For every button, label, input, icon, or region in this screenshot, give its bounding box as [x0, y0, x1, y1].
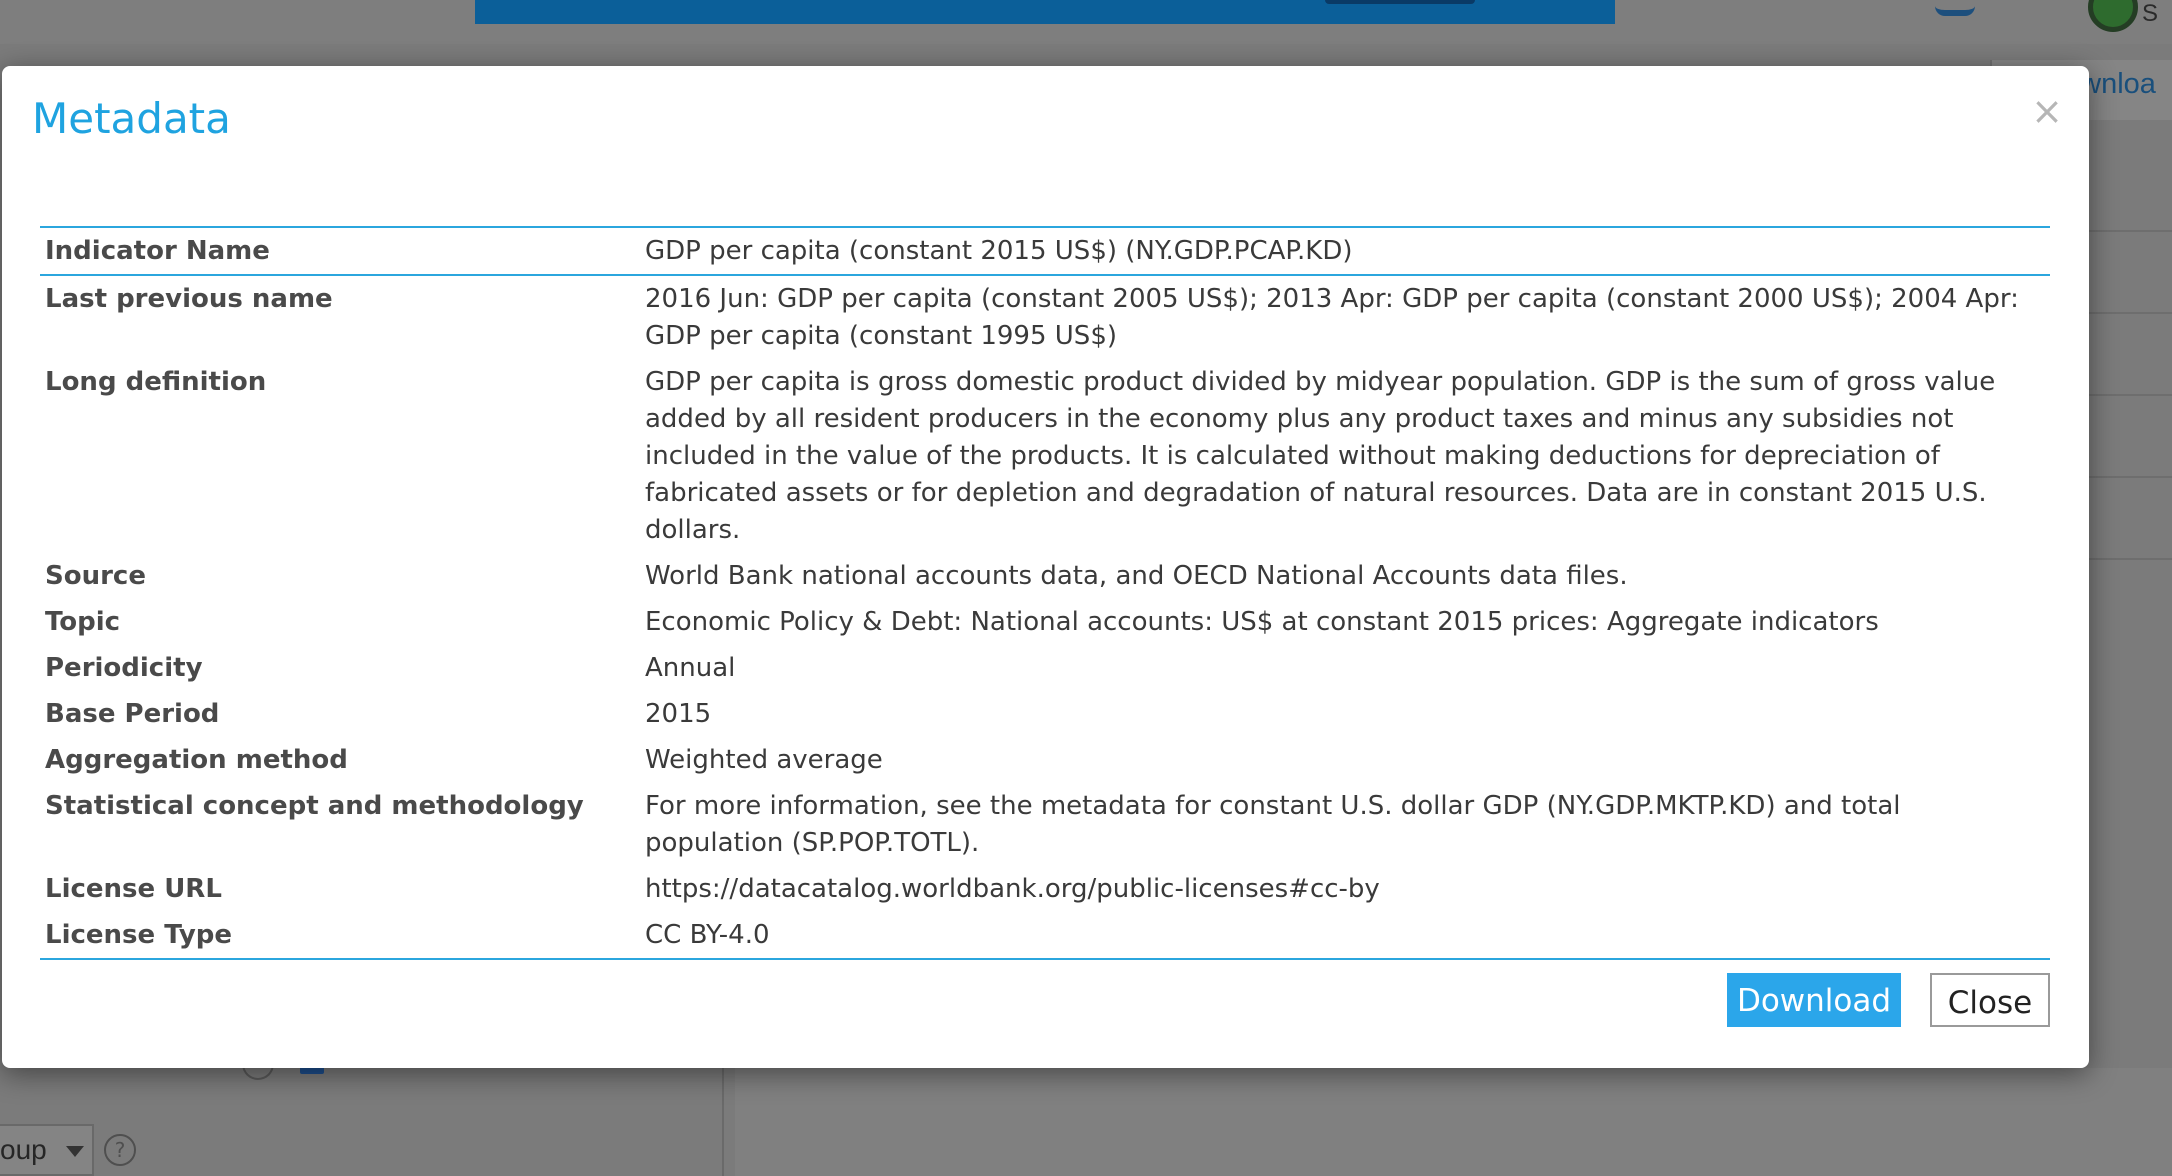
- table-row: Long definition GDP per capita is gross d…: [40, 359, 2050, 553]
- table-row: Base Period 2015: [40, 691, 2050, 737]
- table-row: Topic Economic Policy & Debt: National ac…: [40, 599, 2050, 645]
- metadata-label: License URL: [45, 874, 222, 904]
- table-row: Statistical concept and methodology For m…: [40, 783, 2050, 866]
- metadata-label: Aggregation method: [45, 745, 348, 775]
- table-row: Last previous name 2016 Jun: GDP per capi…: [40, 275, 2050, 359]
- metadata-label: Long definition: [45, 367, 267, 397]
- metadata-label: Topic: [45, 607, 121, 637]
- table-row: License Type CC BY-4.0: [40, 912, 2050, 959]
- metadata-value: GDP per capita is gross domestic product…: [645, 367, 1996, 545]
- table-row: Source World Bank national accounts data,…: [40, 553, 2050, 599]
- metadata-label: Indicator Name: [40, 227, 640, 276]
- metadata-value: CC BY-4.0: [645, 920, 770, 950]
- help-icon: ?: [104, 1134, 136, 1166]
- metadata-value: Annual: [645, 653, 736, 683]
- background-content-area: [735, 1068, 2172, 1176]
- metadata-value: 2015: [645, 699, 712, 729]
- background-top-text: S: [2142, 0, 2159, 27]
- download-button[interactable]: Download: [1727, 973, 1901, 1027]
- background-right-panel: [2084, 150, 2172, 560]
- metadata-label: Last previous name: [45, 284, 333, 314]
- close-icon[interactable]: ×: [2030, 92, 2064, 130]
- background-banner-button: [1325, 0, 1475, 4]
- metadata-value: GDP per capita (constant 2015 US$) (NY.G…: [640, 227, 2050, 276]
- metadata-label: Base Period: [45, 699, 220, 729]
- chevron-down-icon: [66, 1146, 84, 1157]
- metadata-label: License Type: [45, 920, 233, 950]
- metadata-table: Indicator Name GDP per capita (constant 2…: [40, 226, 2050, 960]
- metadata-value: World Bank national accounts data, and O…: [645, 561, 1628, 591]
- metadata-value: Weighted average: [645, 745, 883, 775]
- metadata-label: Source: [45, 561, 146, 591]
- modal-title: Metadata: [32, 94, 231, 143]
- background-group-select: oup: [0, 1124, 94, 1176]
- metadata-value: 2016 Jun: GDP per capita (constant 2005 …: [645, 284, 2019, 351]
- table-row: Periodicity Annual: [40, 645, 2050, 691]
- metadata-value: Economic Policy & Debt: National account…: [645, 607, 1879, 637]
- close-button[interactable]: Close: [1930, 973, 2050, 1027]
- metadata-label: Statistical concept and methodology: [45, 791, 584, 821]
- background-user-icon: [1935, 0, 1975, 16]
- table-row: Aggregation method Weighted average: [40, 737, 2050, 783]
- metadata-value: For more information, see the metadata f…: [645, 791, 1901, 858]
- table-row: License URL https://datacatalog.worldbank…: [40, 866, 2050, 912]
- table-row: Indicator Name GDP per capita (constant 2…: [40, 227, 2050, 276]
- background-group-select-value: oup: [0, 1134, 47, 1165]
- metadata-value: https://datacatalog.worldbank.org/public…: [645, 874, 1380, 904]
- metadata-label: Periodicity: [45, 653, 203, 683]
